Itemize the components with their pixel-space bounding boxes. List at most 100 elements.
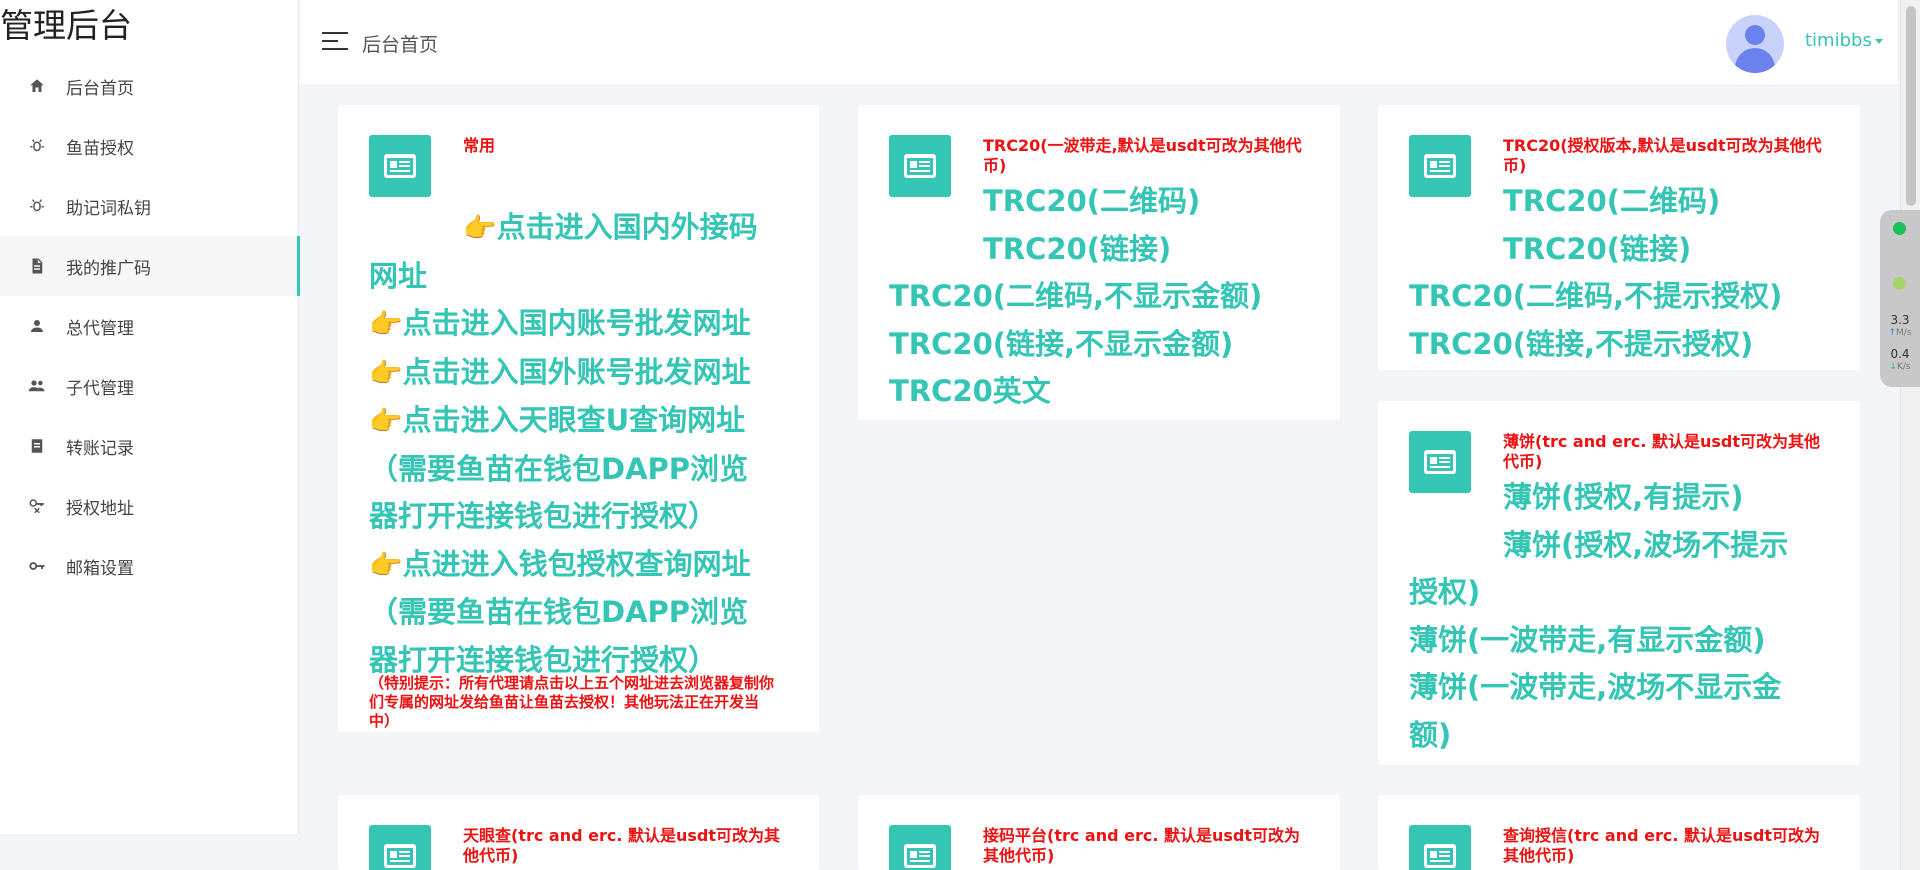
download-speed-unit: ↓K/s (1889, 362, 1911, 372)
link-pancake-auth-prompt[interactable]: 薄饼(授权,有提示) (1409, 474, 1845, 522)
link-pancake-auth-no-prompt[interactable]: 薄饼(授权,波场不提示 (1409, 522, 1845, 570)
scrollbar-thumb[interactable] (1906, 6, 1916, 206)
card-pancake: 薄饼(trc and erc. 默认是usdt可改为其他代币) 薄饼(授权,有提… (1378, 401, 1860, 765)
pointing-hand-icon: 👉 (463, 213, 497, 244)
bug-icon (26, 135, 48, 157)
sidebar-item-promo-code[interactable]: 我的推广码 (0, 236, 300, 296)
link-trc20-auth-link-no-prompt[interactable]: TRC20(链接,不提示授权) (1409, 321, 1839, 369)
newspaper-icon (889, 825, 951, 870)
link-pancake-once-no-amount-cont[interactable]: 额) (1409, 712, 1845, 760)
key-icon (26, 555, 48, 577)
status-dot-icon (1893, 222, 1906, 235)
caret-down-icon (1874, 38, 1883, 44)
sidebar-item-transfer-records[interactable]: 转账记录 (0, 416, 299, 476)
key-x-icon (26, 495, 48, 517)
card-links: 薄饼(授权,有提示) 薄饼(授权,波场不提示 授权) 薄饼(一波带走,有显示金额… (1409, 474, 1845, 759)
sidebar-item-mnemonic[interactable]: 助记词私钥 (0, 176, 299, 236)
upload-speed: 3.3 (1890, 313, 1910, 327)
link-pancake-once-show-amount[interactable]: 薄饼(一波带走,有显示金额) (1409, 617, 1845, 665)
newspaper-icon (1409, 825, 1471, 870)
newspaper-icon (369, 825, 431, 870)
link-note: 器打开连接钱包进行授权） (369, 499, 718, 533)
brand-title: 管理后台 (0, 6, 132, 45)
sidebar-nav: 后台首页 鱼苗授权 助记词私钥 我的推广码 总代管理 子代管理 转账记录 授权地… (0, 56, 300, 596)
link-trc20-english[interactable]: TRC20英文 (889, 368, 1319, 416)
status-dot-icon (1893, 277, 1906, 290)
pointing-hand-icon: 👉 (369, 309, 403, 340)
network-speed-widget[interactable]: 3.3 ↑M/s 0.4 ↓K/s (1880, 210, 1920, 387)
avatar[interactable] (1726, 15, 1784, 73)
receipt-icon (26, 435, 48, 457)
sidebar-item-email-settings[interactable]: 邮箱设置 (0, 536, 299, 596)
card-chaxun: 查询授信(trc and erc. 默认是usdt可改为其他代币) (1378, 795, 1860, 870)
username-label: timibbs (1805, 30, 1872, 51)
link-wallet-auth-query[interactable]: 👉点进进入钱包授权查询网址 (369, 541, 799, 590)
link-trc20-link-no-amount[interactable]: TRC20(链接,不显示金额) (889, 321, 1319, 369)
breadcrumb: 后台首页 (362, 34, 439, 56)
sidebar-item-label: 转账记录 (66, 438, 134, 459)
vertical-scrollbar[interactable] (1900, 0, 1920, 870)
link-trc20-link[interactable]: TRC20(链接) (889, 226, 1319, 274)
card-title: 查询授信(trc and erc. 默认是usdt可改为其他代币) (1503, 826, 1821, 865)
card-tianyan: 天眼查(trc and erc. 默认是usdt可改为其他代币) (338, 795, 819, 870)
link-trc20-qrcode[interactable]: TRC20(二维码) (889, 178, 1319, 226)
sidebar-item-label: 子代管理 (66, 378, 134, 399)
link-sms-receive[interactable]: 👉点击进入国内外接码 (369, 204, 799, 253)
link-tianyan-query[interactable]: 👉点击进入天眼查U查询网址 (369, 397, 799, 446)
card-links: TRC20(二维码) TRC20(链接) TRC20(二维码,不提示授权) TR… (1409, 178, 1839, 368)
card-title: TRC20(授权版本,默认是usdt可改为其他代币) (1503, 136, 1822, 175)
link-trc20-qrcode-no-amount[interactable]: TRC20(二维码,不显示金额) (889, 273, 1319, 321)
download-speed: 0.4 (1890, 347, 1910, 361)
pointing-hand-icon: 👉 (369, 357, 403, 389)
bug-icon (26, 195, 48, 217)
link-note: （需要鱼苗在钱包DAPP浏览 (369, 595, 749, 629)
user-icon (26, 315, 48, 337)
link-sms-receive-cont[interactable]: 网址 (369, 253, 799, 301)
card-title: 薄饼(trc and erc. 默认是usdt可改为其他代币) (1503, 432, 1821, 471)
sidebar-item-label: 助记词私钥 (66, 198, 151, 219)
card-title: TRC20(一波带走,默认是usdt可改为其他代币) (983, 136, 1302, 175)
special-notice: （特别提示：所有代理请点击以上五个网址进去浏览器复制你们专属的网址发给鱼苗让鱼苗… (369, 674, 775, 730)
link-note: （需要鱼苗在钱包DAPP浏览 (369, 451, 749, 486)
link-trc20-auth-link[interactable]: TRC20(链接) (1409, 226, 1839, 274)
document-icon (26, 255, 48, 277)
sidebar-item-label: 鱼苗授权 (66, 138, 134, 159)
sidebar-item-label: 邮箱设置 (66, 558, 134, 579)
card-title: 接码平台(trc and erc. 默认是usdt可改为其他代币) (983, 826, 1301, 865)
arrow-up-icon: ↑ (1888, 328, 1897, 338)
card-trc20-auth: TRC20(授权版本,默认是usdt可改为其他代币) TRC20(二维码) TR… (1378, 105, 1860, 370)
sidebar-footer (0, 834, 299, 870)
card-common: 常用 👉点击进入国内外接码 网址 👉点击进入国内账号批发网址 👉点击进入国外账号… (338, 105, 819, 732)
link-foreign-accounts[interactable]: 👉点击进入国外账号批发网址 (369, 349, 799, 398)
link-pancake-once-no-amount[interactable]: 薄饼(一波带走,波场不显示金 (1409, 664, 1845, 712)
sidebar-item-home[interactable]: 后台首页 (0, 56, 299, 116)
arrow-down-icon: ↓ (1889, 362, 1897, 372)
sidebar-item-label: 后台首页 (66, 78, 134, 99)
sidebar-item-auth-address[interactable]: 授权地址 (0, 476, 299, 536)
sidebar-item-fry-auth[interactable]: 鱼苗授权 (0, 116, 299, 176)
sidebar: 管理后台 后台首页 鱼苗授权 助记词私钥 我的推广码 总代管理 子代管理 转账记… (0, 0, 300, 834)
card-links: 👉点击进入国内外接码 网址 👉点击进入国内账号批发网址 👉点击进入国外账号批发网… (369, 204, 799, 684)
card-links: TRC20(二维码) TRC20(链接) TRC20(二维码,不显示金额) TR… (889, 178, 1319, 416)
sidebar-item-label: 总代管理 (66, 318, 134, 339)
menu-toggle-icon[interactable] (322, 32, 348, 54)
upload-speed-unit: ↑M/s (1888, 328, 1912, 338)
link-trc20-auth-qrcode-no-prompt[interactable]: TRC20(二维码,不提示授权) (1409, 273, 1839, 321)
pointing-hand-icon: 👉 (369, 549, 403, 581)
top-header: 后台首页 timibbs (300, 0, 1898, 86)
users-icon (26, 375, 48, 397)
home-icon (26, 75, 48, 97)
pointing-hand-icon: 👉 (369, 406, 403, 437)
sidebar-item-sub-agent[interactable]: 子代管理 (0, 356, 299, 416)
link-pancake-auth-no-prompt-cont[interactable]: 授权) (1409, 569, 1845, 617)
user-menu-button[interactable]: timibbs (1805, 30, 1883, 51)
sidebar-item-general-agent[interactable]: 总代管理 (0, 296, 299, 356)
card-title: 天眼查(trc and erc. 默认是usdt可改为其他代币) (463, 826, 781, 865)
link-domestic-accounts[interactable]: 👉点击进入国内账号批发网址 (369, 300, 799, 349)
link-trc20-auth-qrcode[interactable]: TRC20(二维码) (1409, 178, 1839, 226)
sidebar-item-label: 我的推广码 (66, 258, 151, 279)
card-title: 常用 (463, 136, 496, 155)
card-jiema: 接码平台(trc and erc. 默认是usdt可改为其他代币) (858, 795, 1340, 870)
newspaper-icon (369, 135, 431, 197)
sidebar-item-label: 授权地址 (66, 498, 134, 519)
